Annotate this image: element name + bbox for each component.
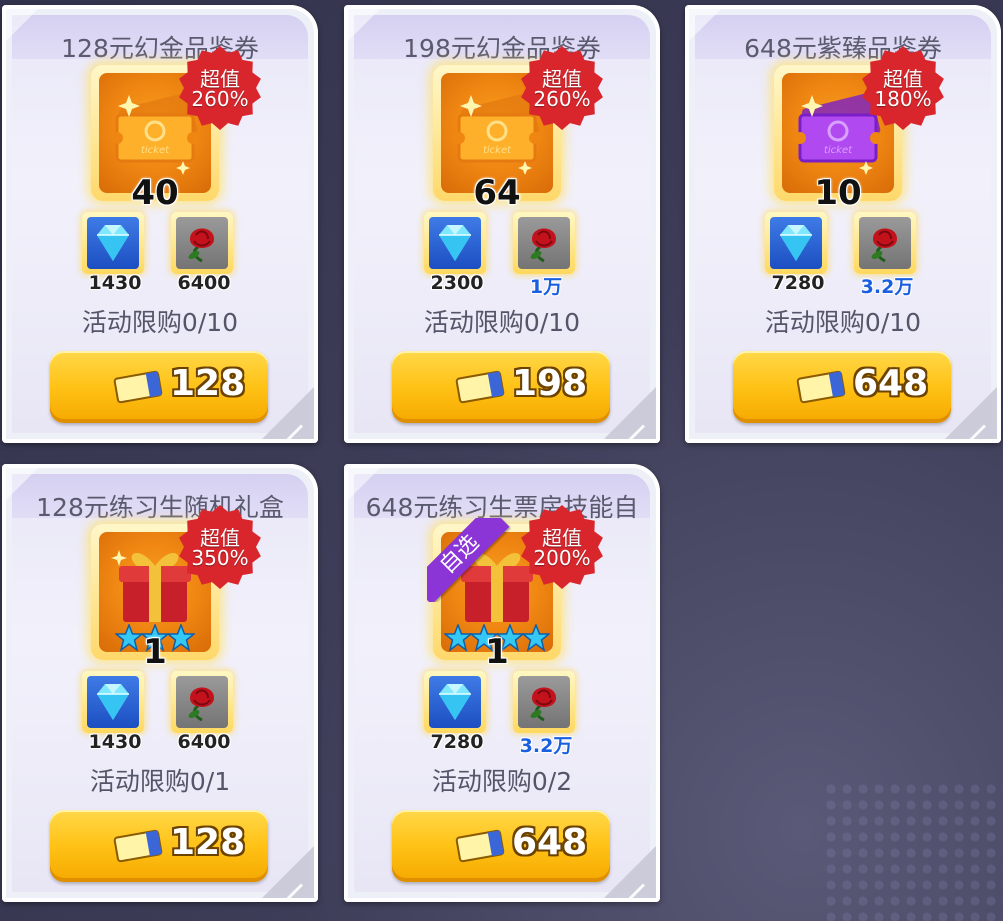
- corner-decoration: [262, 387, 314, 439]
- purchase-limit: 活动限购0/1: [89, 767, 231, 796]
- value-badge: 超值 350%: [177, 504, 263, 590]
- card-title-bar: 128元幻金品鉴券: [12, 15, 308, 63]
- price-label: 648: [853, 363, 929, 404]
- gem-value: 1430: [88, 731, 142, 753]
- purchase-limit: 活动限购0/10: [423, 308, 581, 337]
- reward-gem[interactable]: 2300: [420, 210, 494, 294]
- buy-button[interactable]: 128: [50, 351, 268, 423]
- badge-percent: 260%: [533, 87, 591, 111]
- value-badge: 超值 260%: [177, 45, 263, 131]
- card-title: 128元练习生随机礼盒: [36, 493, 284, 522]
- gem-value: 2300: [430, 272, 484, 294]
- item-count: 10: [814, 173, 862, 213]
- corner-decoration: [2, 5, 42, 45]
- value-badge: 超值 180%: [860, 45, 946, 131]
- shop-card[interactable]: 198元幻金品鉴券 ticket 64 超值 260% 2300 1万 活动限购…: [344, 5, 660, 443]
- coupon-icon: [112, 828, 164, 864]
- corner-decoration: [2, 464, 42, 504]
- buy-button[interactable]: 648: [733, 351, 951, 423]
- corner-decoration: [344, 5, 384, 45]
- diamond-icon: [87, 676, 139, 728]
- reward-rose[interactable]: 6400: [167, 669, 241, 753]
- badge-percent: 200%: [533, 546, 591, 570]
- diamond-icon: [429, 676, 481, 728]
- reward-rose[interactable]: 3.2万: [850, 210, 924, 298]
- gem-value: 7280: [771, 272, 825, 294]
- buy-button[interactable]: 198: [392, 351, 610, 423]
- svg-text:ticket: ticket: [824, 145, 853, 156]
- price-label: 198: [512, 363, 588, 404]
- card-title-bar: 128元练习生随机礼盒: [12, 474, 308, 522]
- reward-gem[interactable]: 1430: [78, 210, 152, 294]
- rose-value: 3.2万: [860, 276, 914, 298]
- shop-card[interactable]: 128元幻金品鉴券 ticket 40 超值 260% 1430 6400 活动…: [2, 5, 318, 443]
- card-title: 198元幻金品鉴券: [403, 34, 601, 63]
- coupon-icon: [795, 369, 847, 405]
- badge-percent: 180%: [874, 87, 932, 111]
- card-title: 128元幻金品鉴券: [61, 34, 259, 63]
- card-title-bar: 198元幻金品鉴券: [354, 15, 650, 63]
- card-title-bar: 648元紫臻品鉴券: [695, 15, 991, 63]
- svg-text:ticket: ticket: [141, 145, 170, 156]
- corner-decoration: [945, 387, 997, 439]
- item-count: 1: [485, 632, 509, 672]
- diamond-icon: [87, 217, 139, 269]
- card-title: 648元紫臻品鉴券: [744, 34, 942, 63]
- badge-percent: 260%: [191, 87, 249, 111]
- item-count: 40: [131, 173, 179, 213]
- price-label: 128: [170, 822, 246, 863]
- purchase-limit: 活动限购0/10: [764, 308, 922, 337]
- reward-gem[interactable]: 1430: [78, 669, 152, 753]
- reward-gem[interactable]: 7280: [420, 669, 494, 753]
- purchase-limit: 活动限购0/2: [431, 767, 573, 796]
- diamond-icon: [429, 217, 481, 269]
- shop-card[interactable]: 128元练习生随机礼盒 1 超值 350% 1430 6400 活动限购0/1 …: [2, 464, 318, 902]
- value-badge: 超值 200%: [519, 504, 605, 590]
- item-count: 64: [473, 173, 521, 213]
- badge-percent: 350%: [191, 546, 249, 570]
- shop-card[interactable]: 648元练习生票房技能自 自选 1 超值 200% 7280 3.2万 活动限购…: [344, 464, 660, 902]
- buy-button[interactable]: 648: [392, 810, 610, 882]
- buy-button[interactable]: 128: [50, 810, 268, 882]
- shop-card[interactable]: 648元紫臻品鉴券 ticket 10 超值 180% 7280 3.2万 活动…: [685, 5, 1001, 443]
- coupon-icon: [112, 369, 164, 405]
- rose-icon: [176, 217, 228, 269]
- reward-rose[interactable]: 6400: [167, 210, 241, 294]
- rose-icon: [518, 217, 570, 269]
- diamond-icon: [770, 217, 822, 269]
- self-select-label: 自选: [427, 518, 510, 602]
- gem-value: 7280: [430, 731, 484, 753]
- svg-text:ticket: ticket: [483, 145, 512, 156]
- reward-rose[interactable]: 1万: [509, 210, 583, 298]
- corner-decoration: [604, 846, 656, 898]
- corner-decoration: [262, 846, 314, 898]
- rose-icon: [518, 676, 570, 728]
- value-badge: 超值 260%: [519, 45, 605, 131]
- background-dot-pattern: [823, 781, 1003, 921]
- price-label: 648: [512, 822, 588, 863]
- corner-decoration: [604, 387, 656, 439]
- coupon-icon: [454, 828, 506, 864]
- reward-rose[interactable]: 3.2万: [509, 669, 583, 757]
- rose-value: 6400: [177, 731, 231, 753]
- rose-value: 3.2万: [519, 735, 573, 757]
- rose-icon: [176, 676, 228, 728]
- item-count: 1: [143, 632, 167, 672]
- card-title-bar: 648元练习生票房技能自: [354, 474, 650, 522]
- rose-icon: [859, 217, 911, 269]
- coupon-icon: [454, 369, 506, 405]
- price-label: 128: [170, 363, 246, 404]
- reward-gem[interactable]: 7280: [761, 210, 835, 294]
- rose-value: 1万: [529, 276, 563, 298]
- self-select-tag: 自选: [427, 518, 511, 602]
- corner-decoration: [344, 464, 384, 504]
- gem-value: 1430: [88, 272, 142, 294]
- rose-value: 6400: [177, 272, 231, 294]
- corner-decoration: [685, 5, 725, 45]
- purchase-limit: 活动限购0/10: [81, 308, 239, 337]
